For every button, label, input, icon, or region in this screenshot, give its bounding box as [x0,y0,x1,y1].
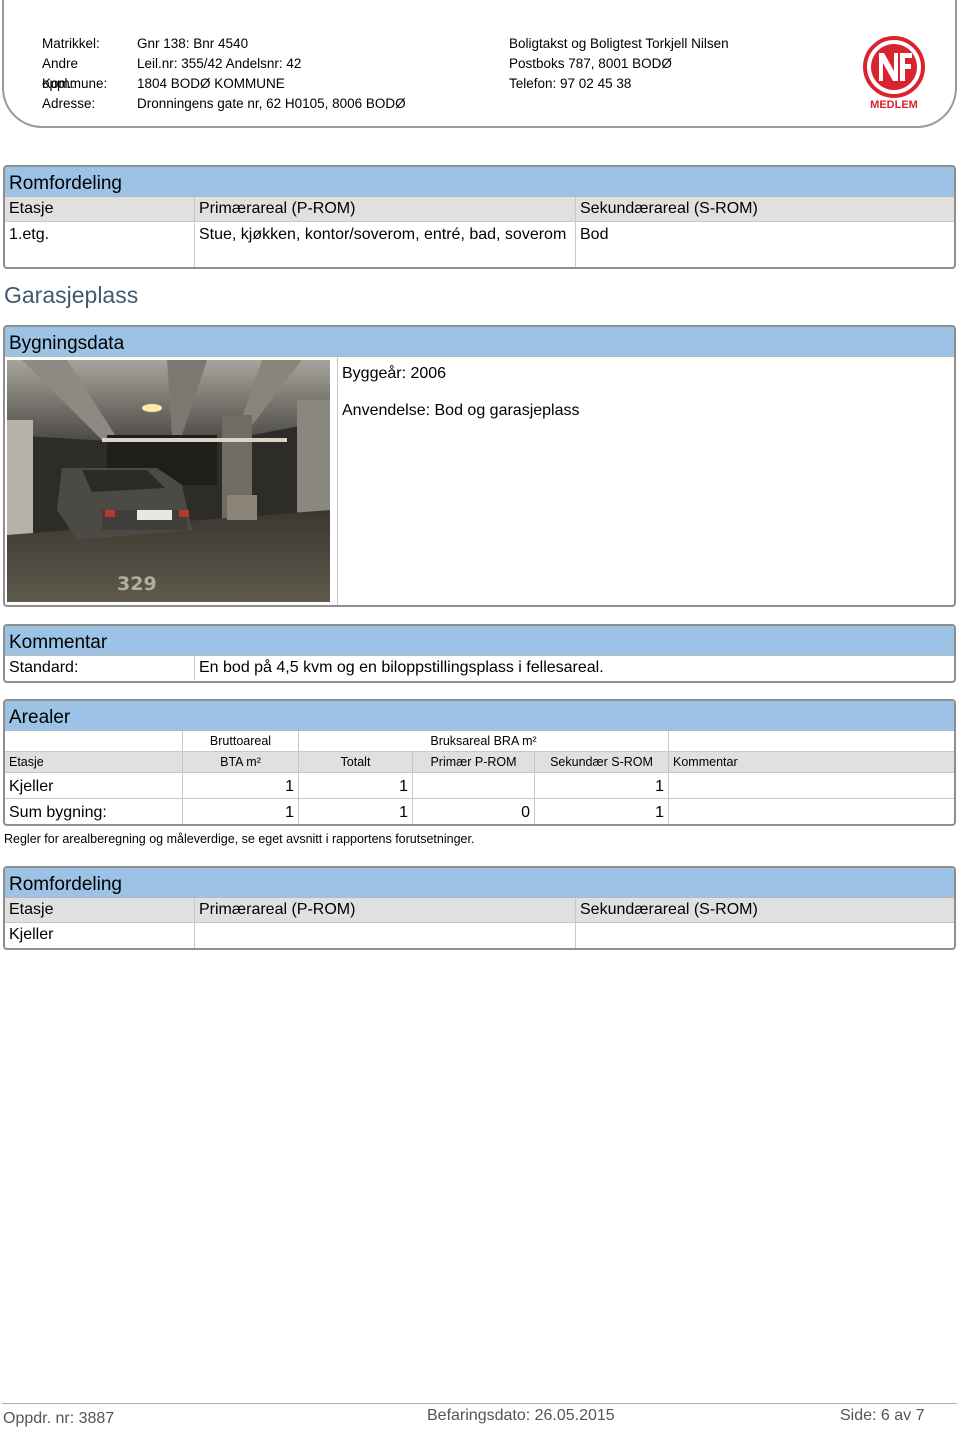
cell-kommentar [669,799,954,824]
column-header-etasje: Etasje [5,898,195,922]
table-header-row: Etasje Primærareal (P-ROM) Sekundærareal… [5,898,954,923]
cell-kommentar [669,773,954,798]
nf-member-logo: MEDLEM [863,36,925,111]
company-phone: Telefon: 97 02 45 38 [509,76,632,91]
romfordeling-section-1: Romfordeling Etasje Primærareal (P-ROM) … [3,165,956,269]
header-value: Leil.nr: 355/42 Andelsnr: 42 [137,56,302,71]
cell-totalt: 1 [299,773,413,798]
arealer-group-header-row: Bruttoareal Bruksareal BRA m² [5,731,954,752]
column-header-primar: Primær P-ROM [413,752,535,772]
building-info: Byggeår: 2006 Anvendelse: Bod og garasje… [338,357,954,605]
header-value: 1804 BODØ KOMMUNE [137,76,285,91]
arealer-note: Regler for arealberegning og måleverdige… [4,832,475,846]
cell-etasje: Kjeller [5,923,195,948]
anvendelse: Anvendelse: Bod og garasjeplass [342,402,580,419]
header-label: Matrikkel: [42,36,100,51]
parking-number: 329 [117,573,157,595]
table-row-sum: Sum bygning: 1 1 0 1 [5,799,954,824]
cell-totalt: 1 [299,799,413,824]
garasjeplass-heading: Garasjeplass [4,282,139,308]
cell-etasje: 1.etg. [5,222,195,267]
kommentar-section: Kommentar Standard: En bod på 4,5 kvm og… [3,624,956,683]
column-header-primar: Primærareal (P-ROM) [195,197,576,221]
section-title: Bygningsdata [5,327,954,357]
company-name: Boligtakst og Boligtest Torkjell Nilsen [509,36,729,51]
cell-etasje: Sum bygning: [5,799,183,824]
table-row: Kjeller 1 1 1 [5,773,954,799]
footer-befaringsdato: Befaringsdato: 26.05.2015 [427,1407,615,1424]
cell-bta: 1 [183,799,299,824]
column-header-sekundar: Sekundærareal (S-ROM) [580,901,758,918]
cell-sekundar [576,923,954,948]
photo-cell: 329 [5,357,338,605]
header-label: Adresse: [42,96,96,111]
cell-bta: 1 [183,773,299,798]
footer-oppdrag: Oppdr. nr: 3887 [3,1410,115,1427]
garage-photo: 329 [7,360,330,602]
header-value: Gnr 138: Bnr 4540 [137,36,249,51]
header-value: Dronningens gate nr, 62 H0105, 8006 BODØ [137,96,406,111]
column-header-sekundar: Sekundær S-ROM [535,752,669,772]
group-header-brutto: Bruttoareal [183,731,299,751]
footer-divider [2,1403,957,1404]
arealer-column-header-row: Etasje BTA m² Totalt Primær P-ROM Sekund… [5,752,954,773]
section-title: Romfordeling [5,167,954,197]
section-title: Kommentar [5,626,954,656]
romfordeling-section-2: Romfordeling Etasje Primærareal (P-ROM) … [3,866,956,950]
column-header-etasje: Etasje [5,197,195,221]
group-header-bruks: Bruksareal BRA m² [299,731,669,751]
cell-primar: 0 [413,799,535,824]
bygningsdata-content: 329 Byggeår: 2006 Anvendelse: Bod og gar… [5,357,954,605]
cell-primar [195,923,576,948]
cell-sekundar: Bod [580,226,609,243]
kommentar-label: Standard: [5,656,195,680]
kommentar-row: Standard: En bod på 4,5 kvm og en bilopp… [5,656,954,680]
section-title: Romfordeling [5,868,954,898]
table-row: Kjeller [5,923,954,948]
cell-sekundar: 1 [535,799,669,824]
cell-sekundar: 1 [535,773,669,798]
column-header-sekundar: Sekundærareal (S-ROM) [580,200,758,217]
kommentar-text: En bod på 4,5 kvm og en biloppstillingsp… [199,659,604,676]
table-row: 1.etg. Stue, kjøkken, kontor/soverom, en… [5,222,954,267]
arealer-section: Arealer Bruttoareal Bruksareal BRA m² Et… [3,699,956,826]
column-header-primar: Primærareal (P-ROM) [195,898,576,922]
cell-primar [413,773,535,798]
section-title: Arealer [5,701,954,731]
company-address: Postboks 787, 8001 BODØ [509,56,672,71]
logo-text: MEDLEM [870,99,918,111]
column-header-bta: BTA m² [183,752,299,772]
bygningsdata-section: Bygningsdata 329 Byggeår: 2006 Anvendels… [3,325,956,607]
table-header-row: Etasje Primærareal (P-ROM) Sekundærareal… [5,197,954,222]
byggear: Byggeår: 2006 [342,365,447,382]
footer-page-number: Side: 6 av 7 [840,1407,925,1424]
column-header-kommentar: Kommentar [673,755,738,769]
column-header-totalt: Totalt [299,752,413,772]
cell-primar: Stue, kjøkken, kontor/soverom, entré, ba… [195,222,576,267]
header-label: Kommune: [42,76,108,91]
column-header-etasje: Etasje [5,752,183,772]
cell-etasje: Kjeller [5,773,183,798]
